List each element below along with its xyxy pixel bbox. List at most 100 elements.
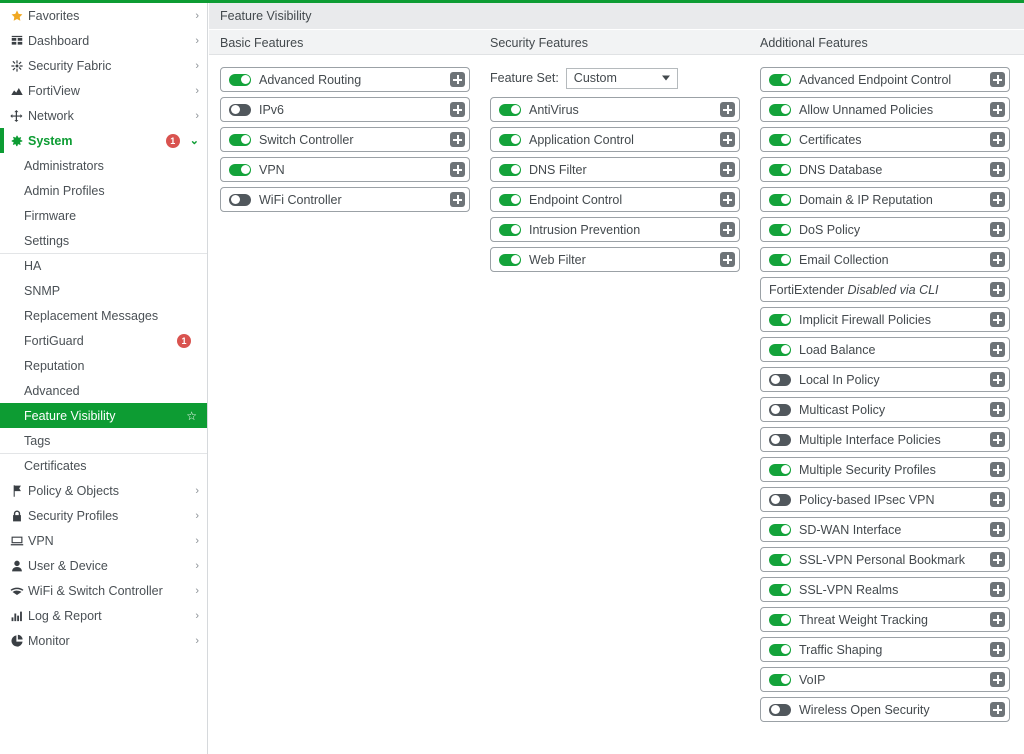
feature-toggle-on[interactable]	[769, 674, 791, 686]
sidebar-subitem-certificates[interactable]: Certificates	[0, 453, 207, 478]
sidebar-item-dashboard[interactable]: Dashboard›	[0, 28, 207, 53]
expand-plus-icon[interactable]	[990, 282, 1005, 297]
expand-plus-icon[interactable]	[990, 192, 1005, 207]
feature-label: Multiple Security Profiles	[799, 463, 990, 477]
toggle-knob	[511, 105, 520, 114]
feature-toggle-on[interactable]	[769, 254, 791, 266]
feature-toggle-off[interactable]	[769, 404, 791, 416]
expand-plus-icon[interactable]	[990, 552, 1005, 567]
expand-plus-icon[interactable]	[450, 192, 465, 207]
feature-toggle-off[interactable]	[769, 374, 791, 386]
sidebar-item-wifi-switch-controller[interactable]: WiFi & Switch Controller›	[0, 578, 207, 603]
sidebar-subitem-admin-profiles[interactable]: Admin Profiles	[0, 178, 207, 203]
feature-toggle-on[interactable]	[499, 104, 521, 116]
toggle-knob	[771, 495, 780, 504]
feature-toggle-on[interactable]	[769, 104, 791, 116]
expand-plus-icon[interactable]	[990, 252, 1005, 267]
sidebar-item-monitor[interactable]: Monitor›	[0, 628, 207, 653]
feature-toggle-on[interactable]	[499, 254, 521, 266]
sidebar-item-log-report[interactable]: Log & Report›	[0, 603, 207, 628]
feature-toggle-on[interactable]	[499, 194, 521, 206]
expand-plus-icon[interactable]	[720, 162, 735, 177]
expand-plus-icon[interactable]	[990, 372, 1005, 387]
sidebar-item-network[interactable]: Network›	[0, 103, 207, 128]
feature-row: VPN	[220, 157, 470, 182]
feature-toggle-on[interactable]	[769, 344, 791, 356]
feature-toggle-on[interactable]	[229, 74, 251, 86]
sidebar-subitem-settings[interactable]: Settings	[0, 228, 207, 253]
expand-plus-icon[interactable]	[990, 312, 1005, 327]
feature-toggle-off[interactable]	[769, 704, 791, 716]
expand-plus-icon[interactable]	[990, 402, 1005, 417]
feature-toggle-on[interactable]	[499, 224, 521, 236]
sidebar-subitem-firmware[interactable]: Firmware	[0, 203, 207, 228]
expand-plus-icon[interactable]	[990, 222, 1005, 237]
expand-plus-icon[interactable]	[990, 492, 1005, 507]
expand-plus-icon[interactable]	[720, 132, 735, 147]
sidebar-item-policy-objects[interactable]: Policy & Objects›	[0, 478, 207, 503]
sidebar-subitem-fortiguard[interactable]: FortiGuard1	[0, 328, 207, 353]
sidebar-subitem-feature-visibility[interactable]: Feature Visibility☆	[0, 403, 207, 428]
feature-toggle-on[interactable]	[769, 614, 791, 626]
expand-plus-icon[interactable]	[720, 102, 735, 117]
sidebar-subitem-ha[interactable]: HA	[0, 253, 207, 278]
expand-plus-icon[interactable]	[990, 702, 1005, 717]
sidebar-subitem-administrators[interactable]: Administrators	[0, 153, 207, 178]
feature-toggle-on[interactable]	[769, 134, 791, 146]
expand-plus-icon[interactable]	[450, 102, 465, 117]
sidebar-subitem-tags[interactable]: Tags	[0, 428, 207, 453]
favorite-star-icon[interactable]: ☆	[186, 409, 197, 423]
sidebar-subitem-replacement-messages[interactable]: Replacement Messages	[0, 303, 207, 328]
toggle-knob	[241, 135, 250, 144]
expand-plus-icon[interactable]	[990, 582, 1005, 597]
sidebar-item-system[interactable]: System1⌄	[0, 128, 207, 153]
feature-toggle-on[interactable]	[769, 524, 791, 536]
sidebar-item-security-fabric[interactable]: Security Fabric›	[0, 53, 207, 78]
feature-set-select[interactable]: Custom	[566, 68, 678, 89]
sidebar-item-security-profiles[interactable]: Security Profiles›	[0, 503, 207, 528]
feature-toggle-off[interactable]	[769, 494, 791, 506]
feature-toggle-on[interactable]	[769, 164, 791, 176]
feature-toggle-on[interactable]	[229, 164, 251, 176]
expand-plus-icon[interactable]	[990, 462, 1005, 477]
feature-toggle-on[interactable]	[769, 224, 791, 236]
expand-plus-icon[interactable]	[990, 672, 1005, 687]
feature-toggle-on[interactable]	[229, 134, 251, 146]
feature-toggle-on[interactable]	[769, 74, 791, 86]
toggle-knob	[511, 225, 520, 234]
sidebar-subitem-snmp[interactable]: SNMP	[0, 278, 207, 303]
feature-toggle-off[interactable]	[229, 104, 251, 116]
expand-plus-icon[interactable]	[450, 162, 465, 177]
feature-toggle-on[interactable]	[769, 314, 791, 326]
expand-plus-icon[interactable]	[450, 132, 465, 147]
expand-plus-icon[interactable]	[990, 522, 1005, 537]
expand-plus-icon[interactable]	[720, 252, 735, 267]
expand-plus-icon[interactable]	[720, 222, 735, 237]
sidebar-item-vpn[interactable]: VPN›	[0, 528, 207, 553]
sidebar-item-fortiview[interactable]: FortiView›	[0, 78, 207, 103]
expand-plus-icon[interactable]	[990, 612, 1005, 627]
expand-plus-icon[interactable]	[990, 72, 1005, 87]
feature-toggle-on[interactable]	[769, 194, 791, 206]
expand-plus-icon[interactable]	[720, 192, 735, 207]
expand-plus-icon[interactable]	[990, 432, 1005, 447]
feature-toggle-on[interactable]	[499, 134, 521, 146]
sidebar-item-user-device[interactable]: User & Device›	[0, 553, 207, 578]
sidebar-item-label: User & Device	[28, 559, 191, 573]
expand-plus-icon[interactable]	[990, 162, 1005, 177]
feature-toggle-on[interactable]	[499, 164, 521, 176]
sidebar-item-favorites[interactable]: Favorites›	[0, 3, 207, 28]
feature-toggle-on[interactable]	[769, 464, 791, 476]
sidebar-subitem-advanced[interactable]: Advanced	[0, 378, 207, 403]
feature-toggle-on[interactable]	[769, 554, 791, 566]
expand-plus-icon[interactable]	[990, 102, 1005, 117]
feature-toggle-on[interactable]	[769, 644, 791, 656]
feature-toggle-off[interactable]	[769, 434, 791, 446]
expand-plus-icon[interactable]	[990, 642, 1005, 657]
feature-toggle-on[interactable]	[769, 584, 791, 596]
feature-toggle-off[interactable]	[229, 194, 251, 206]
expand-plus-icon[interactable]	[990, 342, 1005, 357]
sidebar-subitem-reputation[interactable]: Reputation	[0, 353, 207, 378]
expand-plus-icon[interactable]	[990, 132, 1005, 147]
expand-plus-icon[interactable]	[450, 72, 465, 87]
